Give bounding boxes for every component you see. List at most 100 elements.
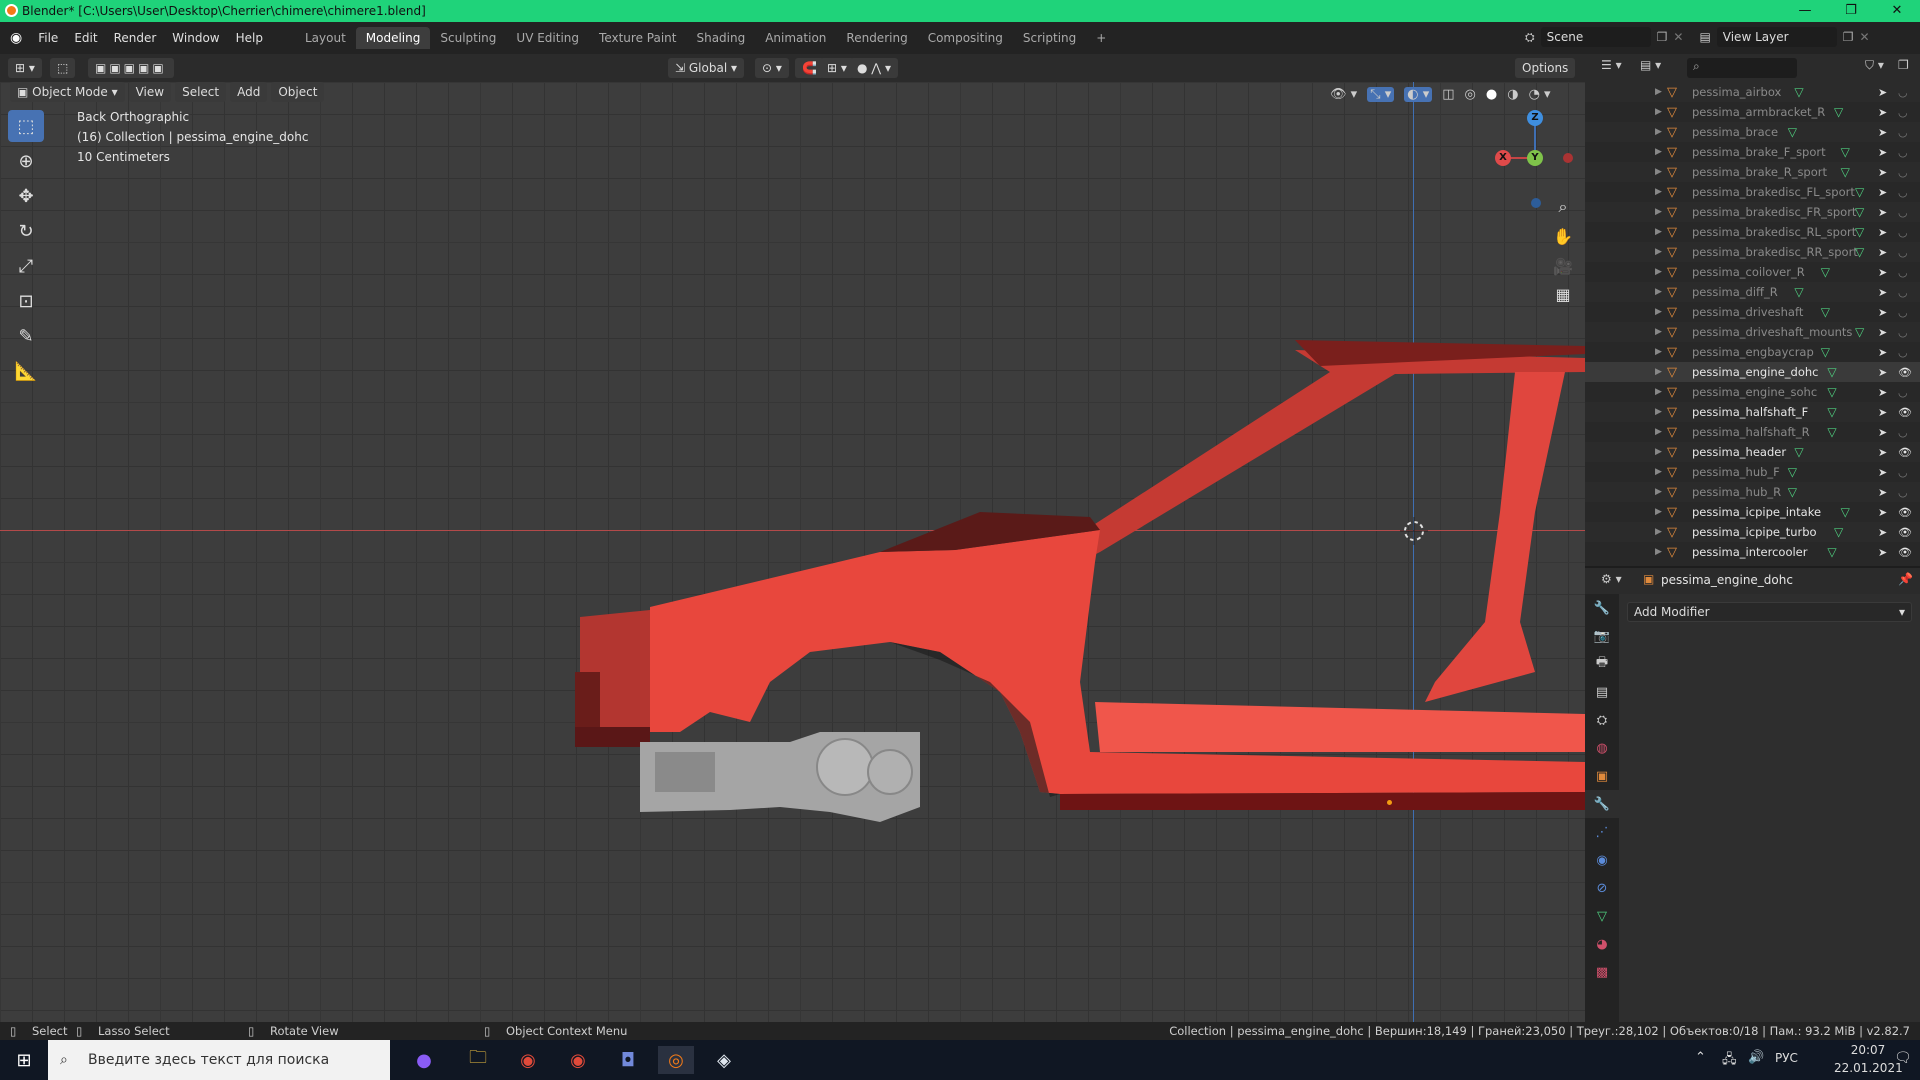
selectable-arrow-icon[interactable]: ➤ [1878, 466, 1887, 479]
visibility-eye-icon[interactable]: 👁 [1898, 406, 1912, 419]
display-mode-icon[interactable]: ▤ ▾ [1640, 58, 1661, 72]
menu-help[interactable]: Help [228, 31, 271, 45]
selectable-arrow-icon[interactable]: ➤ [1878, 226, 1887, 239]
material-shading-icon[interactable]: ◑ [1507, 87, 1518, 102]
close-button[interactable]: ✕ [1874, 0, 1920, 22]
expand-arrow-icon[interactable]: ▶ [1655, 467, 1662, 477]
cursor-tool-icon[interactable]: ⊕ [8, 145, 44, 177]
overlay-toggle-icon[interactable]: ◐ ▾ [1404, 86, 1433, 102]
outliner-row[interactable]: ▶ ▽ pessima_brace ▽ ➤ ◡ [1585, 122, 1920, 142]
chrome-icon[interactable]: ◉ [510, 1046, 546, 1074]
outliner-row[interactable]: ▶ ▽ pessima_brake_F_sport ▽ ➤ ◡ [1585, 142, 1920, 162]
mesh-data-icon[interactable]: ▽ [1834, 105, 1843, 119]
mesh-data-icon[interactable]: ▽ [1794, 445, 1803, 459]
visibility-eye-icon[interactable]: ◡ [1898, 206, 1908, 219]
expand-arrow-icon[interactable]: ▶ [1655, 307, 1662, 317]
clock-time[interactable]: 20:07 [1843, 1043, 1893, 1057]
gizmo-y-icon[interactable]: Y [1527, 150, 1543, 166]
editor-type-icon[interactable]: ⊞ ▾ [8, 58, 42, 78]
maximize-button[interactable]: ❐ [1828, 0, 1874, 22]
menu-render[interactable]: Render [106, 31, 165, 45]
visibility-eye-icon[interactable]: ◡ [1898, 426, 1908, 439]
selectable-arrow-icon[interactable]: ➤ [1878, 486, 1887, 499]
visibility-eye-icon[interactable]: ◡ [1898, 326, 1908, 339]
selectable-arrow-icon[interactable]: ➤ [1878, 446, 1887, 459]
selectable-arrow-icon[interactable]: ➤ [1878, 166, 1887, 179]
mesh-data-icon[interactable]: ▽ [1821, 265, 1830, 279]
outliner-row[interactable]: ▶ ▽ pessima_armbracket_R ▽ ➤ ◡ [1585, 102, 1920, 122]
expand-arrow-icon[interactable]: ▶ [1655, 407, 1662, 417]
outliner-row[interactable]: ▶ ▽ pessima_engine_dohc ▽ ➤ 👁 [1585, 362, 1920, 382]
outliner-object-name[interactable]: pessima_brakedisc_FL_sport [1692, 185, 1855, 199]
visibility-eye-icon[interactable]: ◡ [1898, 146, 1908, 159]
chrome-profile-icon[interactable]: ◉ [560, 1046, 596, 1074]
minimize-button[interactable]: — [1782, 0, 1828, 22]
tab-sculpting[interactable]: Sculpting [430, 27, 506, 49]
outliner-row[interactable]: ▶ ▽ pessima_header ▽ ➤ 👁 [1585, 442, 1920, 462]
selectable-arrow-icon[interactable]: ➤ [1878, 386, 1887, 399]
scene-tab-icon[interactable]: ⛭ [1585, 706, 1619, 734]
tab-texture-paint[interactable]: Texture Paint [589, 27, 686, 49]
expand-arrow-icon[interactable]: ▶ [1655, 447, 1662, 457]
outliner-row[interactable]: ▶ ▽ pessima_brakedisc_RR_sport ▽ ➤ ◡ [1585, 242, 1920, 262]
selection-mode-icons[interactable]: ▣▣▣▣▣ [88, 58, 174, 78]
expand-arrow-icon[interactable]: ▶ [1655, 487, 1662, 497]
outliner-object-name[interactable]: pessima_halfshaft_F [1692, 405, 1808, 419]
material-tab-icon[interactable]: ◕ [1585, 930, 1619, 958]
visibility-eye-icon[interactable]: ◡ [1898, 226, 1908, 239]
expand-arrow-icon[interactable]: ▶ [1655, 127, 1662, 137]
volume-icon[interactable]: 🔊 [1748, 1050, 1764, 1065]
blender-menu-icon[interactable]: ◉ [10, 30, 22, 46]
select-box-tool-icon[interactable]: ⬚ [8, 110, 44, 142]
outliner-object-name[interactable]: pessima_hub_R [1692, 485, 1781, 499]
outliner-row[interactable]: ▶ ▽ pessima_icpipe_intake ▽ ➤ 👁 [1585, 502, 1920, 522]
outliner-row[interactable]: ▶ ▽ pessima_diff_R ▽ ➤ ◡ [1585, 282, 1920, 302]
expand-arrow-icon[interactable]: ▶ [1655, 87, 1662, 97]
outliner-object-name[interactable]: pessima_intercooler [1692, 545, 1808, 559]
selectable-arrow-icon[interactable]: ➤ [1878, 366, 1887, 379]
visibility-eye-icon[interactable]: 👁 [1898, 506, 1912, 519]
pivot-icon[interactable]: ⊙ ▾ [755, 58, 789, 78]
gizmo-z-icon[interactable]: Z [1527, 110, 1543, 126]
object-tab-icon[interactable]: ▣ [1585, 762, 1619, 790]
3d-viewport[interactable]: ▣ Object Mode ▾ View Select Add Object 👁… [0, 82, 1585, 1022]
solid-shading-icon[interactable]: ● [1486, 87, 1497, 102]
add-workspace-button[interactable]: + [1086, 27, 1116, 49]
selectable-arrow-icon[interactable]: ➤ [1878, 426, 1887, 439]
menu-object[interactable]: Object [271, 82, 325, 102]
car-body-model[interactable] [560, 262, 1585, 822]
outliner-object-name[interactable]: pessima_armbracket_R [1692, 105, 1825, 119]
proportional-edit-icon[interactable]: ● ⋀ ▾ [850, 58, 898, 78]
move-tool-icon[interactable]: ✥ [8, 180, 44, 212]
mesh-data-icon[interactable]: ▽ [1855, 185, 1864, 199]
cortana-icon[interactable]: ● [406, 1046, 442, 1074]
outliner-editor-icon[interactable]: ☰ ▾ [1601, 58, 1622, 72]
mesh-data-icon[interactable]: ▽ [1788, 485, 1797, 499]
mesh-data-icon[interactable]: ▽ [1841, 165, 1850, 179]
mesh-data-icon[interactable]: ▽ [1827, 385, 1836, 399]
mesh-data-icon[interactable]: ▽ [1827, 405, 1836, 419]
options-dropdown[interactable]: Options [1515, 58, 1576, 78]
selectable-arrow-icon[interactable]: ➤ [1878, 406, 1887, 419]
expand-arrow-icon[interactable]: ▶ [1655, 347, 1662, 357]
outliner-row[interactable]: ▶ ▽ pessima_brakedisc_RL_sport ▽ ➤ ◡ [1585, 222, 1920, 242]
menu-add[interactable]: Add [230, 82, 268, 102]
pin-icon[interactable]: 📌 [1898, 572, 1913, 586]
outliner-object-name[interactable]: pessima_hub_F [1692, 465, 1780, 479]
selectable-arrow-icon[interactable]: ➤ [1878, 546, 1887, 559]
visibility-eye-icon[interactable]: 👁 [1898, 366, 1912, 379]
navigation-gizmo[interactable]: Z X Y [1480, 108, 1580, 208]
selectable-arrow-icon[interactable]: ➤ [1878, 246, 1887, 259]
visibility-eye-icon[interactable]: ◡ [1898, 306, 1908, 319]
transform-orientation-dropdown[interactable]: ⇲ Global ▾ [668, 58, 744, 78]
mesh-data-icon[interactable]: ▽ [1821, 305, 1830, 319]
rotate-tool-icon[interactable]: ↻ [8, 215, 44, 247]
outliner-row[interactable]: ▶ ▽ pessima_halfshaft_R ▽ ➤ ◡ [1585, 422, 1920, 442]
network-icon[interactable]: 🖧 [1722, 1050, 1737, 1072]
visibility-eye-icon[interactable]: ◡ [1898, 166, 1908, 179]
selectable-arrow-icon[interactable]: ➤ [1878, 86, 1887, 99]
steam-icon[interactable]: ◈ [706, 1046, 742, 1074]
mesh-data-icon[interactable]: ▽ [1794, 85, 1803, 99]
transform-tool-icon[interactable]: ⊡ [8, 285, 44, 317]
mesh-data-icon[interactable]: ▽ [1855, 225, 1864, 239]
